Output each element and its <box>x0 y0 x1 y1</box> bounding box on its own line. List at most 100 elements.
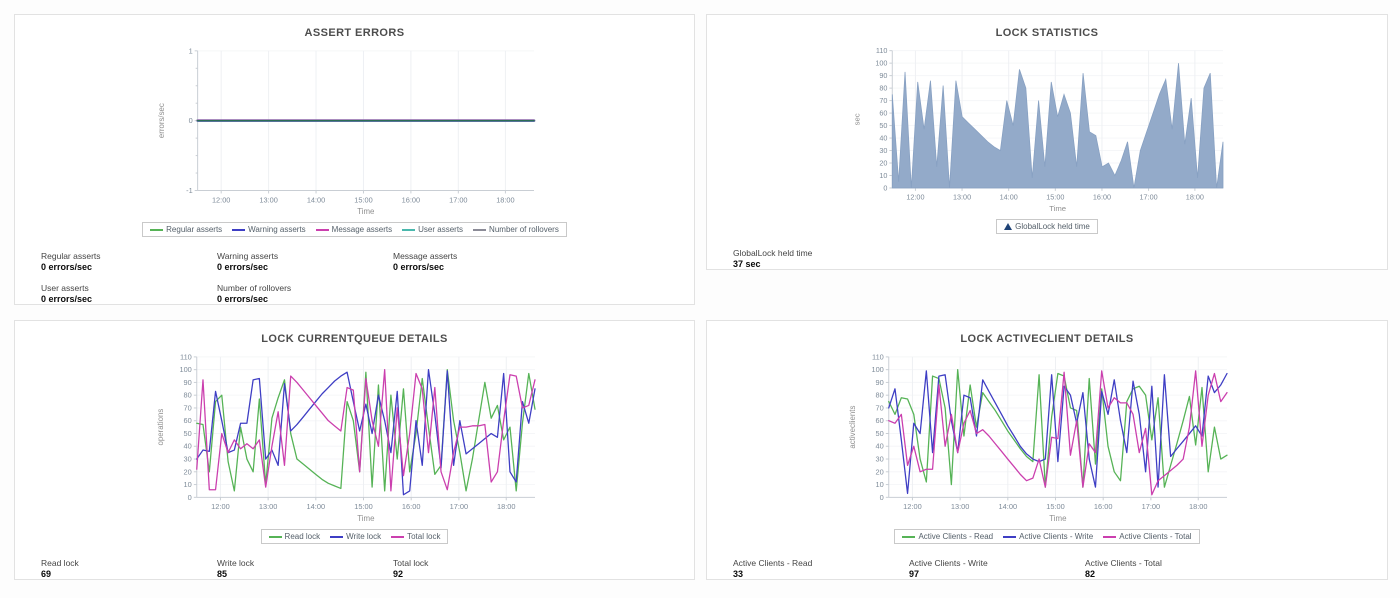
svg-text:70: 70 <box>183 403 191 412</box>
stat-value: 33 <box>733 569 909 579</box>
svg-text:errors/sec: errors/sec <box>157 103 166 138</box>
legend-item[interactable]: Active Clients - Total <box>1103 532 1191 541</box>
stat-label: Active Clients - Read <box>733 558 909 568</box>
series-dash-icon <box>902 536 915 538</box>
svg-text:80: 80 <box>183 391 191 400</box>
svg-text:18:00: 18:00 <box>496 195 514 204</box>
svg-text:40: 40 <box>876 442 884 451</box>
legend-label: Regular asserts <box>166 225 222 234</box>
svg-text:40: 40 <box>183 442 191 451</box>
legend-item[interactable]: GlobalLock held time <box>1004 222 1090 231</box>
svg-text:70: 70 <box>876 403 884 412</box>
legend-item[interactable]: Active Clients - Read <box>902 532 993 541</box>
svg-text:110: 110 <box>876 46 888 55</box>
legend-item[interactable]: Warning asserts <box>232 225 306 234</box>
svg-text:13:00: 13:00 <box>953 193 971 202</box>
svg-text:1: 1 <box>188 46 192 55</box>
legend-item[interactable]: User asserts <box>402 225 463 234</box>
stat-label: Active Clients - Write <box>909 558 1085 568</box>
stat-value: 92 <box>393 569 569 579</box>
panel-title: LOCK CURRENTQUEUE DETAILS <box>261 333 447 345</box>
stat-value: 0 errors/sec <box>393 262 569 272</box>
panel-lock-activeclient: LOCK ACTIVECLIENT DETAILS 12:0013:0014:0… <box>706 320 1388 580</box>
stat-label: Total lock <box>393 558 569 568</box>
series-dash-icon <box>330 536 343 538</box>
legend: Regular asserts Warning asserts Message as… <box>142 222 567 237</box>
svg-text:50: 50 <box>183 429 191 438</box>
svg-text:12:00: 12:00 <box>903 502 922 511</box>
stat-label: Number of rollovers <box>217 283 393 293</box>
svg-text:80: 80 <box>876 391 884 400</box>
svg-text:14:00: 14:00 <box>1000 193 1018 202</box>
legend-item[interactable]: Number of rollovers <box>473 225 559 234</box>
svg-text:Time: Time <box>357 514 375 523</box>
svg-text:40: 40 <box>879 133 887 142</box>
stat: Active Clients - Write97 <box>909 558 1085 579</box>
svg-text:18:00: 18:00 <box>496 502 515 511</box>
panel-title: ASSERT ERRORS <box>305 27 405 39</box>
stat-label: Warning asserts <box>217 251 393 261</box>
svg-text:90: 90 <box>879 71 887 80</box>
svg-text:12:00: 12:00 <box>211 502 230 511</box>
series-dash-icon <box>402 229 415 231</box>
panel-lock-statistics: LOCK STATISTICS 12:00 13:00 14:00 15:00 16:0… <box>706 14 1388 270</box>
svg-text:15:00: 15:00 <box>1046 193 1064 202</box>
svg-text:50: 50 <box>879 121 887 130</box>
stats: Read lock69Write lock85Total lock92 <box>15 558 694 579</box>
svg-text:0: 0 <box>187 493 191 502</box>
svg-text:80: 80 <box>879 84 887 93</box>
stats: Regular asserts0 errors/secWarning asser… <box>15 251 694 304</box>
legend-item[interactable]: Write lock <box>330 532 381 541</box>
svg-text:14:00: 14:00 <box>306 502 325 511</box>
legend-item[interactable]: Active Clients - Write <box>1003 532 1093 541</box>
svg-text:sec: sec <box>852 113 861 125</box>
svg-text:30: 30 <box>879 146 887 155</box>
svg-text:16:00: 16:00 <box>1093 193 1111 202</box>
legend: Active Clients - Read Active Clients - Wr… <box>894 529 1199 544</box>
svg-text:10: 10 <box>183 480 191 489</box>
svg-text:operations: operations <box>156 409 165 446</box>
svg-text:15:00: 15:00 <box>1046 502 1065 511</box>
stat-value: 0 errors/sec <box>41 294 217 304</box>
svg-text:activeclients: activeclients <box>848 406 857 449</box>
panel-assert-errors: ASSERT ERRORS 12:0013:0014:0015:0016:001… <box>14 14 695 305</box>
series-dash-icon <box>269 536 282 538</box>
legend-label: Active Clients - Read <box>918 532 993 541</box>
svg-text:60: 60 <box>876 416 884 425</box>
legend-label: Total lock <box>407 532 440 541</box>
series-dash-icon <box>1103 536 1116 538</box>
legend-label: GlobalLock held time <box>1015 222 1090 231</box>
svg-text:13:00: 13:00 <box>258 502 277 511</box>
svg-text:15:00: 15:00 <box>354 502 373 511</box>
legend-item[interactable]: Read lock <box>269 532 321 541</box>
svg-text:0: 0 <box>188 116 192 125</box>
series-dash-icon <box>1003 536 1016 538</box>
stat: Write lock85 <box>217 558 393 579</box>
legend-label: Read lock <box>285 532 321 541</box>
stat-value: 82 <box>1085 569 1261 579</box>
stat-value: 37 sec <box>733 259 909 269</box>
svg-text:10: 10 <box>879 171 887 180</box>
stat-value: 69 <box>41 569 217 579</box>
legend-label: User asserts <box>418 225 463 234</box>
panel-title: LOCK STATISTICS <box>996 27 1099 39</box>
svg-text:16:00: 16:00 <box>401 502 420 511</box>
svg-text:12:00: 12:00 <box>211 195 229 204</box>
legend-label: Active Clients - Write <box>1019 532 1093 541</box>
series-dash-icon <box>391 536 404 538</box>
stat-value: 0 errors/sec <box>217 294 393 304</box>
legend-label: Write lock <box>346 532 381 541</box>
svg-text:12:00: 12:00 <box>906 193 924 202</box>
legend-item[interactable]: Total lock <box>391 532 440 541</box>
svg-text:17:00: 17:00 <box>1142 502 1161 511</box>
stat: User asserts0 errors/sec <box>41 283 217 304</box>
svg-text:0: 0 <box>880 493 884 502</box>
legend-item[interactable]: Regular asserts <box>150 225 222 234</box>
stat: Warning asserts0 errors/sec <box>217 251 393 272</box>
legend-item[interactable]: Message asserts <box>316 225 392 234</box>
stat: Total lock92 <box>393 558 569 579</box>
svg-text:13:00: 13:00 <box>259 195 277 204</box>
svg-text:100: 100 <box>871 365 883 374</box>
svg-text:14:00: 14:00 <box>999 502 1018 511</box>
lock-currentqueue-chart: 12:0013:0014:0015:0016:0017:0018:0011010… <box>145 347 565 527</box>
